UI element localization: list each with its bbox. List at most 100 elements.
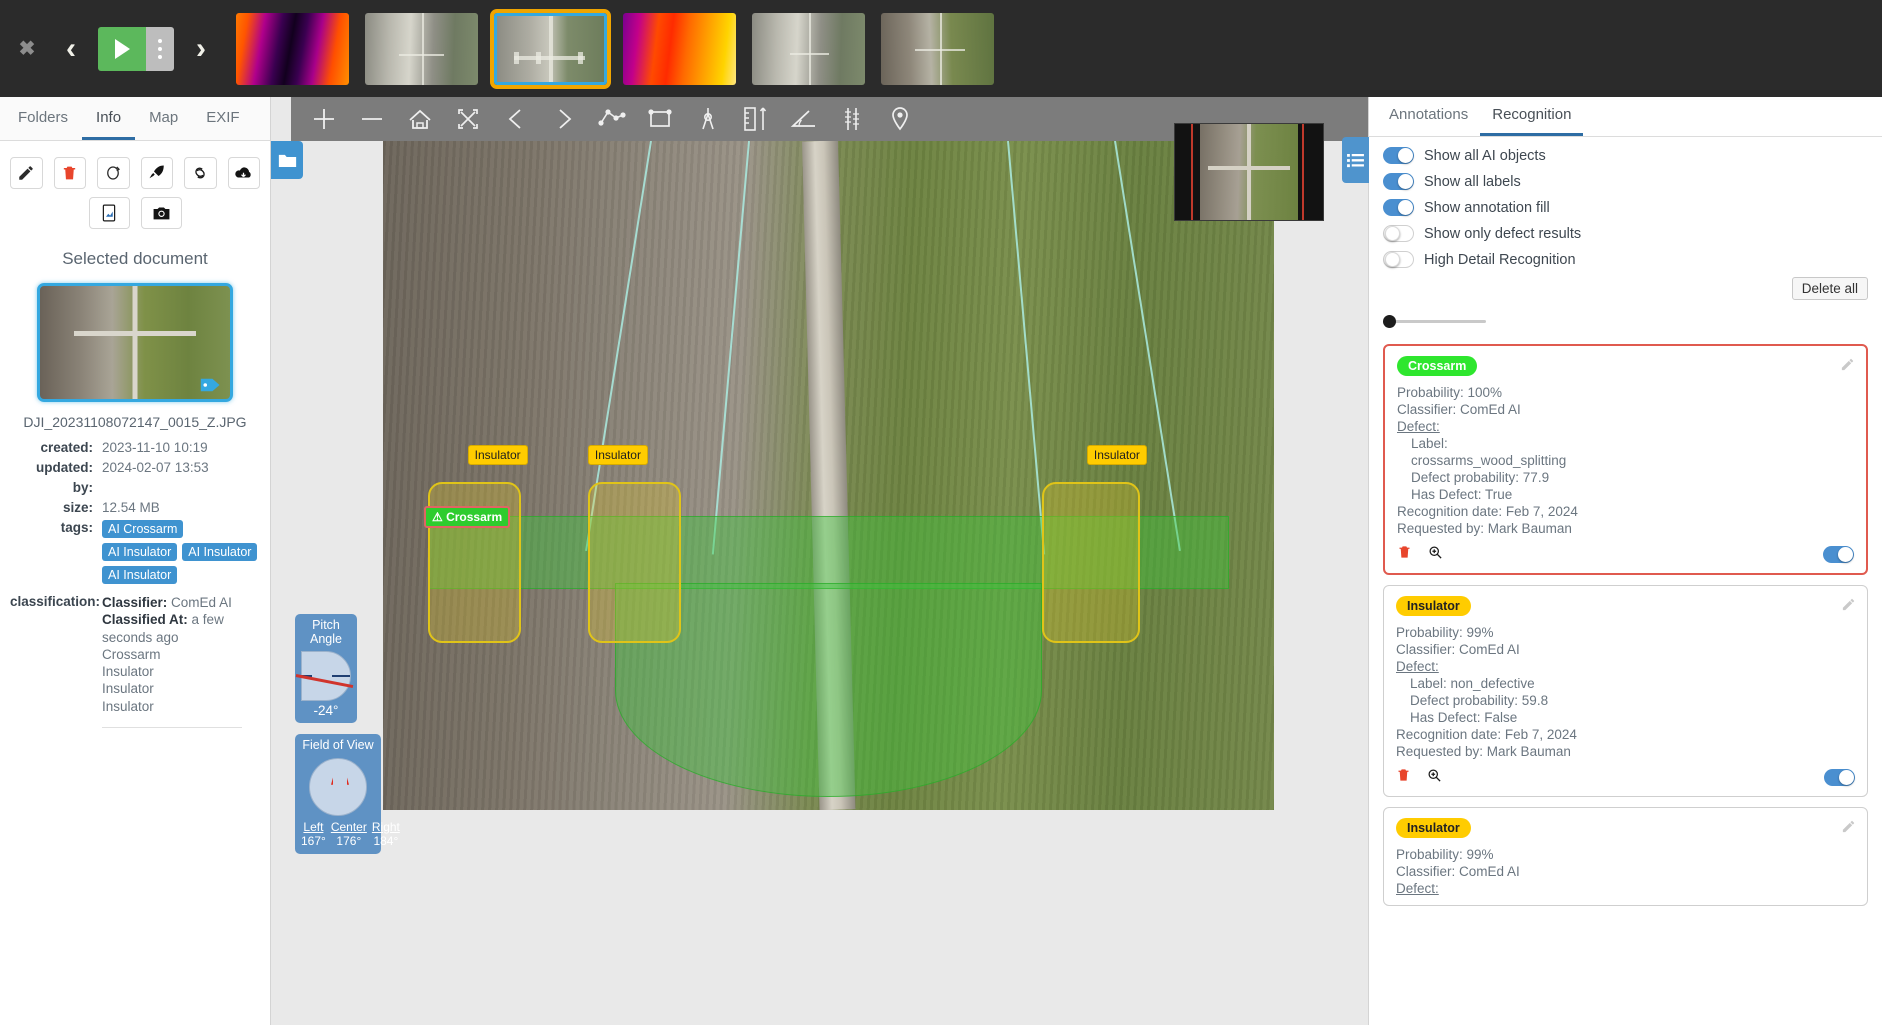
pencil-icon[interactable] xyxy=(1841,819,1856,839)
document-actions-row-1 xyxy=(10,157,260,189)
report-icon[interactable] xyxy=(88,197,130,229)
toggle-switch[interactable] xyxy=(1383,147,1414,164)
status-badge[interactable]: Insulator xyxy=(1396,596,1471,616)
tab-annotations[interactable]: Annotations xyxy=(1377,98,1480,136)
thumbnail-item[interactable] xyxy=(752,12,865,85)
status-badge[interactable]: Insulator xyxy=(1396,818,1471,838)
pencil-icon[interactable] xyxy=(1841,597,1856,617)
trash-icon[interactable] xyxy=(1397,544,1412,565)
link-icon[interactable] xyxy=(184,157,217,189)
toggle-switch[interactable] xyxy=(1383,251,1414,268)
toggle-switch[interactable] xyxy=(1383,225,1414,242)
status-badge[interactable]: Crossarm xyxy=(1397,356,1478,376)
classifier-value: ComEd AI xyxy=(171,595,232,610)
minimap-overview[interactable] xyxy=(1174,123,1324,221)
play-icon[interactable] xyxy=(98,26,146,71)
toggle-high-detail-recognition[interactable]: High Detail Recognition xyxy=(1383,251,1868,268)
main-photo-canvas[interactable]: Insulator Insulator Insulator ⚠ Crossarm xyxy=(383,141,1274,810)
line-icon[interactable] xyxy=(349,97,395,141)
thumbnail-item[interactable] xyxy=(881,12,994,85)
classifier-key: Classifier: xyxy=(102,595,168,610)
thumbnail-item[interactable] xyxy=(365,12,478,85)
play-slideshow-group[interactable] xyxy=(98,26,174,71)
meta-label: tags: xyxy=(60,520,93,535)
selected-document-thumbnail[interactable] xyxy=(37,283,233,402)
thumbnail-item[interactable] xyxy=(623,12,736,85)
annotation-label-insulator-1[interactable]: Insulator xyxy=(467,445,528,466)
toggle-show-only-defect-results[interactable]: Show only defect results xyxy=(1383,225,1868,242)
annotation-label-crossarm[interactable]: ⚠ Crossarm xyxy=(423,505,511,528)
map-pin-icon[interactable] xyxy=(877,97,923,141)
camera-icon[interactable] xyxy=(140,197,182,229)
fit-screen-icon[interactable] xyxy=(445,97,491,141)
pitch-angle-title-2: Angle xyxy=(310,632,342,646)
angle-icon[interactable] xyxy=(781,97,827,141)
left-panel-body: Selected document DJI_20231108072147_001… xyxy=(0,141,270,1025)
pencil-icon[interactable] xyxy=(10,157,43,189)
annotation-box-insulator-3[interactable] xyxy=(1042,482,1141,643)
tab-folders[interactable]: Folders xyxy=(4,100,82,140)
toggle-show-annotation-fill[interactable]: Show annotation fill xyxy=(1383,199,1868,216)
next-image-button[interactable]: › xyxy=(180,32,222,66)
delete-all-button[interactable]: Delete all xyxy=(1791,277,1868,300)
defect-label-value: crossarms_wood_splitting xyxy=(1411,453,1567,468)
close-icon[interactable]: ✖ xyxy=(4,36,50,61)
tag-chip[interactable]: AI Crossarm xyxy=(102,520,184,538)
classifier-text: Classifier: ComEd AI xyxy=(1396,642,1520,657)
rectangle-icon[interactable] xyxy=(637,97,683,141)
recognition-card[interactable]: Insulator Probability: 99% Classifier: C… xyxy=(1383,585,1868,797)
tab-map[interactable]: Map xyxy=(135,100,192,140)
tags-badge-icon xyxy=(200,378,220,392)
annotation-label-insulator-2[interactable]: Insulator xyxy=(587,445,648,466)
trash-icon[interactable] xyxy=(1396,767,1411,788)
field-of-view-gauge: Field of View Left 167° Center 176° Righ… xyxy=(295,734,400,854)
classification-item: Insulator xyxy=(102,698,154,714)
card-visibility-toggle[interactable] xyxy=(1824,769,1855,786)
recognition-card[interactable]: Crossarm Probability: 100% Classifier: C… xyxy=(1383,344,1868,575)
trash-icon[interactable] xyxy=(53,157,86,189)
folder-icon[interactable] xyxy=(271,141,303,179)
thumbnail-item-selected[interactable] xyxy=(490,8,611,89)
list-icon[interactable] xyxy=(1342,137,1369,183)
card-visibility-toggle[interactable] xyxy=(1823,546,1854,563)
slider-track[interactable] xyxy=(1383,320,1486,323)
ruler-icon[interactable] xyxy=(733,97,779,141)
compass-icon[interactable] xyxy=(685,97,731,141)
previous-image-button[interactable]: ‹ xyxy=(50,32,92,66)
slider-knob[interactable] xyxy=(1383,315,1396,328)
vertical-measure-icon[interactable] xyxy=(829,97,875,141)
tab-exif[interactable]: EXIF xyxy=(192,100,253,140)
fov-center-value: 176° xyxy=(336,833,362,848)
rotate-icon[interactable] xyxy=(97,157,130,189)
toggle-show-all-labels[interactable]: Show all labels xyxy=(1383,173,1868,190)
thumbnail-item[interactable] xyxy=(236,12,349,85)
fov-center: Center 176° xyxy=(331,820,367,849)
pencil-icon[interactable] xyxy=(1840,357,1855,377)
toggle-switch[interactable] xyxy=(1383,199,1414,216)
point-icon[interactable] xyxy=(301,97,347,141)
zoom-in-icon[interactable] xyxy=(1427,768,1442,788)
tab-recognition[interactable]: Recognition xyxy=(1480,98,1584,136)
rocket-icon[interactable] xyxy=(140,157,173,189)
recognition-card[interactable]: Insulator Probability: 99% Classifier: C… xyxy=(1383,807,1868,906)
toggle-switch[interactable] xyxy=(1383,173,1414,190)
zoom-in-icon[interactable] xyxy=(1428,545,1443,565)
defect-label-key: Label: non_defective xyxy=(1410,676,1535,691)
polygon-icon[interactable] xyxy=(589,97,635,141)
annotation-label-insulator-3[interactable]: Insulator xyxy=(1086,445,1147,466)
pitch-angle-dial xyxy=(295,651,354,701)
fov-left: Left 167° xyxy=(301,820,326,849)
opacity-slider[interactable] xyxy=(1383,314,1486,328)
tag-chip[interactable]: AI Insulator xyxy=(102,566,178,584)
cloud-download-icon[interactable] xyxy=(227,157,260,189)
home-icon[interactable] xyxy=(397,97,443,141)
tag-chip[interactable]: AI Insulator xyxy=(102,543,178,561)
toggle-show-all-ai-objects[interactable]: Show all AI objects xyxy=(1383,147,1868,164)
annotation-box-insulator-2[interactable] xyxy=(587,482,682,643)
kebab-menu-icon[interactable] xyxy=(146,26,174,71)
has-defect: Has Defect: False xyxy=(1410,710,1518,725)
tag-chip[interactable]: AI Insulator xyxy=(182,543,258,561)
tab-info[interactable]: Info xyxy=(82,100,136,140)
chevron-left-icon[interactable] xyxy=(493,97,539,141)
chevron-right-icon[interactable] xyxy=(541,97,587,141)
